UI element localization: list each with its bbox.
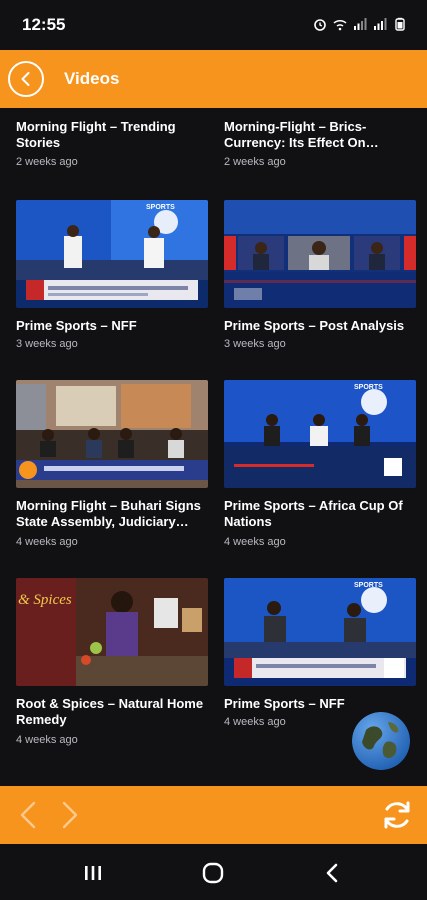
video-thumbnail[interactable]: SPORTS (224, 380, 416, 488)
video-title: Prime Sports – Post Analysis (224, 318, 405, 333)
globe-icon (352, 712, 410, 770)
page-title: Videos (64, 69, 120, 88)
battery-icon (395, 17, 405, 31)
status-icons (313, 17, 407, 31)
video-age: 2 weeks ago (224, 156, 286, 168)
video-age: 4 weeks ago (16, 536, 78, 548)
signal-icon (354, 18, 367, 30)
app-header: Videos (0, 50, 427, 108)
video-age: 4 weeks ago (224, 536, 286, 548)
video-title: Prime Sports – NFF (16, 318, 137, 333)
system-back-icon[interactable] (320, 860, 346, 886)
recents-icon[interactable] (80, 860, 106, 886)
video-title: Morning Flight – Trending Stories (16, 119, 176, 150)
status-bar: 12:55 (0, 0, 427, 50)
video-age: 4 weeks ago (16, 734, 78, 746)
video-thumbnail[interactable]: SPORTS (16, 200, 208, 308)
video-age: 4 weeks ago (224, 716, 286, 728)
alarm-icon (314, 19, 326, 31)
video-thumbnail[interactable] (224, 200, 416, 308)
status-time: 12:55 (22, 15, 66, 34)
video-title: Morning-Flight – Brics-Currency: Its Eff… (224, 119, 379, 150)
chevron-left-circle-icon (21, 72, 30, 86)
bottom-toolbar (0, 786, 427, 844)
system-nav-bar (0, 844, 427, 900)
video-title: Prime Sports – Africa Cup Of Nations (224, 498, 403, 529)
thumb-sports-label: SPORTS (146, 204, 175, 211)
thumb-sports-label: SPORTS (354, 384, 383, 391)
thumb-roots-label: & Spices (18, 592, 72, 608)
refresh-icon[interactable] (379, 797, 415, 833)
chevron-right-icon[interactable] (56, 799, 84, 831)
video-age: 3 weeks ago (224, 338, 286, 350)
home-icon[interactable] (200, 860, 226, 886)
video-grid[interactable]: Morning Flight – Trending Stories 2 week… (0, 108, 427, 786)
chevron-left-icon[interactable] (14, 799, 42, 831)
video-thumbnail[interactable]: SPORTS (224, 578, 416, 686)
video-thumbnail[interactable]: & Spices (16, 578, 208, 686)
video-thumbnail[interactable] (16, 380, 208, 488)
signal-icon-2 (374, 18, 387, 30)
video-title: Morning Flight – Buhari Signs State Asse… (16, 498, 201, 529)
back-button[interactable] (8, 61, 44, 97)
video-age: 2 weeks ago (16, 156, 78, 168)
video-title: Prime Sports – NFF (224, 696, 345, 711)
wifi-calling-icon (333, 19, 347, 31)
globe-button[interactable] (352, 712, 410, 770)
video-title: Root & Spices – Natural Home Remedy (16, 696, 204, 727)
thumb-sports-label: SPORTS (354, 582, 383, 589)
video-age: 3 weeks ago (16, 338, 78, 350)
